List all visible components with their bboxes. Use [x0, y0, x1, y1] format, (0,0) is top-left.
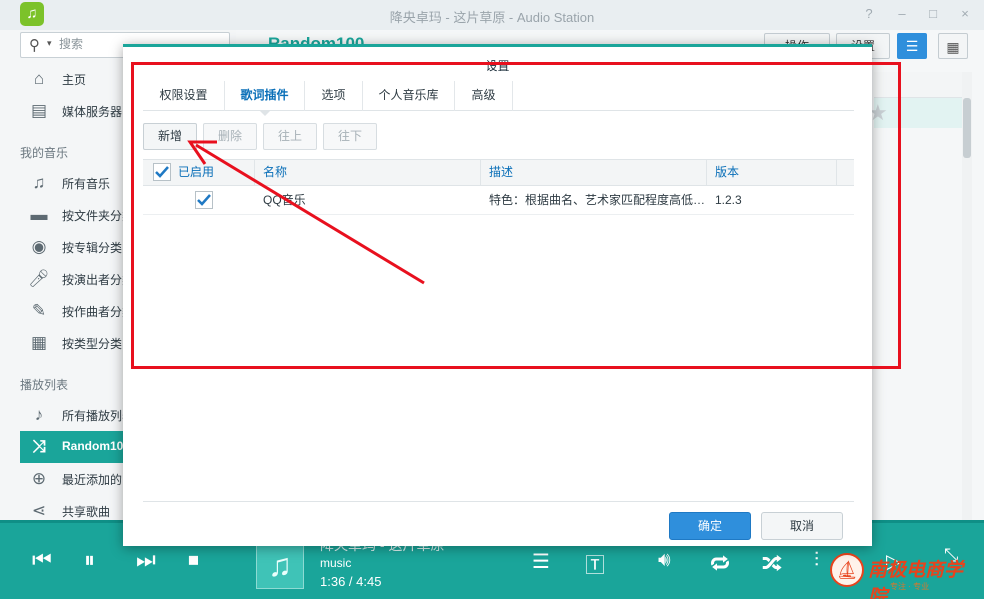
close-icon[interactable]: ×	[956, 5, 974, 23]
grid-icon: ▦	[30, 333, 48, 352]
watermark-text: 南极电商学院	[868, 559, 964, 599]
scrollbar-thumb[interactable]	[963, 98, 971, 158]
watermark-subtitle: 专注 · 专业	[890, 582, 930, 591]
minimize-icon[interactable]: –	[893, 5, 911, 23]
pen-icon: ✎	[31, 301, 47, 320]
volume-icon[interactable]: 🔊︎	[658, 549, 671, 572]
maximize-icon[interactable]: □	[924, 5, 942, 23]
next-icon[interactable]: ⏭	[136, 547, 156, 573]
equalizer-icon[interactable]: ⫶	[814, 549, 819, 572]
media-server-icon: ▤	[30, 101, 48, 120]
sidebar-item-label: 按类型分类	[62, 337, 123, 351]
sidebar-item-label: 最近添加的	[62, 473, 123, 487]
list-view-icon[interactable]: ☰	[897, 33, 927, 59]
playlist-icon: ♪	[34, 405, 44, 424]
repeat-icon[interactable]: 🔁︎	[710, 549, 730, 578]
lyrics-icon[interactable]: 🅃	[585, 549, 605, 578]
chevron-down-icon[interactable]: ▾	[47, 38, 52, 49]
pause-icon[interactable]: ⏸	[84, 547, 95, 573]
watermark-logo-icon: ⛵︎	[830, 553, 864, 587]
shuffle-icon[interactable]: 🔀︎	[762, 549, 782, 578]
sidebar-item-label: 共享歌曲	[62, 505, 111, 519]
dialog-footer-divider	[143, 501, 854, 502]
sidebar-item-label: Random100	[62, 439, 131, 453]
track-time: 1:36 / 4:45	[320, 574, 382, 589]
disc-icon: ◉	[31, 237, 47, 256]
sidebar-item-label: 媒体服务器	[62, 105, 123, 119]
microphone-icon: 🎤︎	[28, 269, 50, 288]
stop-icon[interactable]: ⏹	[188, 547, 199, 573]
window-title: 降央卓玛 - 这片草原 - Audio Station	[389, 10, 595, 25]
ok-button[interactable]: 确定	[669, 512, 751, 540]
sidebar-item-label: 按专辑分类	[62, 241, 123, 255]
folder-icon: ▬	[30, 205, 48, 224]
grid-view-icon[interactable]: ▦	[938, 33, 968, 59]
plus-circle-icon: ⊕	[31, 469, 47, 488]
section-title-playlists: 播放列表	[20, 378, 69, 392]
track-folder: music	[320, 556, 352, 570]
queue-icon[interactable]: ☰	[532, 549, 550, 574]
music-note-icon: ♫	[32, 173, 46, 192]
home-icon: ⌂	[33, 69, 45, 88]
share-icon: ⋖	[31, 501, 47, 520]
previous-icon[interactable]: ⏮	[32, 547, 52, 573]
sidebar-item-label: 主页	[62, 73, 87, 87]
search-icon: ⚲	[29, 37, 40, 54]
help-icon[interactable]: ?	[860, 5, 878, 23]
cancel-button[interactable]: 取消	[761, 512, 843, 540]
album-art-icon: ♫	[256, 541, 304, 589]
shuffle-icon: ⤨	[32, 437, 46, 456]
sidebar-item-label: 所有音乐	[62, 177, 111, 191]
window-titlebar: ♫ 降央卓玛 - 这片草原 - Audio Station ? – □ ×	[0, 0, 984, 30]
annotation-highlight-box	[131, 62, 901, 369]
watermark: ⛵︎ 南极电商学院 专注 · 专业	[830, 551, 980, 599]
section-title-my-music: 我的音乐	[20, 146, 69, 160]
